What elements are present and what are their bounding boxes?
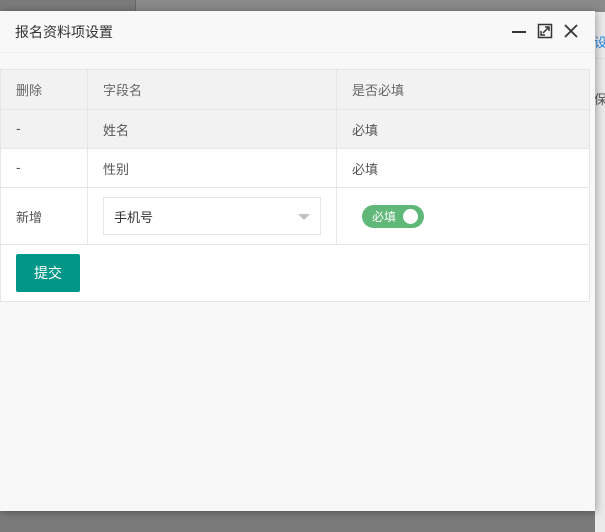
submit-row: 提交 (0, 244, 590, 302)
field-select-value: 手机号 (114, 210, 154, 226)
delete-cell[interactable]: - (0, 148, 88, 188)
dialog-title: 报名资料项设置 (15, 24, 113, 41)
delete-cell[interactable]: - (0, 109, 88, 149)
fields-table: 删除 字段名 是否必填 - 姓名 必填 - 性别 必填 新增 手机号 必填 提交 (0, 69, 590, 302)
dialog-header: 报名资料项设置 (0, 11, 595, 53)
background-button-text[interactable]: 保 (594, 89, 605, 108)
field-select-cell: 手机号 (87, 187, 337, 245)
required-toggle[interactable]: 必填 (362, 204, 424, 228)
add-field-row: 新增 手机号 必填 (0, 187, 590, 245)
table-header-row: 删除 字段名 是否必填 (0, 69, 590, 110)
header-delete: 删除 (0, 69, 88, 110)
add-label: 新增 (0, 187, 88, 245)
toggle-knob (403, 208, 418, 224)
table-row: - 姓名 必填 (0, 109, 590, 149)
chevron-down-icon (298, 214, 310, 220)
dialog-body: 删除 字段名 是否必填 - 姓名 必填 - 性别 必填 新增 手机号 必填 提交 (0, 53, 595, 302)
field-select[interactable]: 手机号 (103, 197, 321, 235)
background-link-text[interactable]: 设 (594, 32, 605, 51)
header-required: 是否必填 (336, 69, 590, 110)
required-cell: 必填 (336, 109, 590, 149)
header-field-name: 字段名 (87, 69, 337, 110)
table-row: - 性别 必填 (0, 148, 590, 188)
submit-button[interactable]: 提交 (16, 254, 80, 292)
window-controls (511, 23, 579, 39)
field-name-cell: 性别 (87, 148, 337, 188)
submit-cell: 提交 (0, 244, 590, 302)
required-cell: 必填 (336, 148, 590, 188)
background-divider-line (595, 58, 605, 59)
required-switch-cell: 必填 (336, 187, 590, 245)
maximize-icon[interactable] (537, 23, 553, 39)
close-icon[interactable] (563, 23, 579, 39)
minimize-icon[interactable] (511, 23, 527, 39)
toggle-label: 必填 (372, 209, 397, 224)
settings-dialog: 报名资料项设置 删除 字段名 是否必填 - 姓名 必填 - 性别 必填 新增 手… (0, 11, 595, 511)
field-name-cell: 姓名 (87, 109, 337, 149)
